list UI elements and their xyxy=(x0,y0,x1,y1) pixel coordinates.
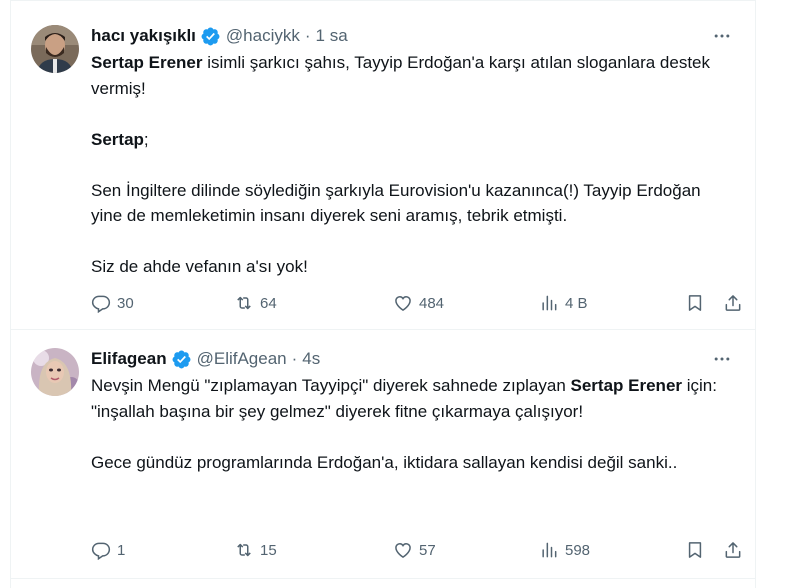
tweet-actions: 30 64 484 4 B xyxy=(91,291,741,315)
views-count: 4 B xyxy=(565,294,588,312)
reply-count: 30 xyxy=(117,294,134,312)
tweet-header: Elifagean @ElifAgean · 4s xyxy=(91,347,740,371)
views-count: 598 xyxy=(565,541,591,559)
author-handle[interactable]: @haciykk xyxy=(226,26,300,46)
like-count: 484 xyxy=(419,294,445,312)
like-count: 57 xyxy=(419,541,436,559)
separator-dot: · xyxy=(291,349,298,368)
tweet-text: Sertap Erener isimli şarkıcı şahıs, Tayy… xyxy=(91,50,734,280)
views-button[interactable]: 4 B xyxy=(539,291,588,315)
tweet-text-part: Gece gündüz programlarında Erdoğan'a, ik… xyxy=(91,452,678,472)
author-handle[interactable]: @ElifAgean xyxy=(197,349,287,369)
verified-badge-icon[interactable] xyxy=(171,349,192,370)
mention-bold: Sertap Erener xyxy=(91,53,203,72)
like-icon xyxy=(395,542,411,558)
reply-button[interactable]: 30 xyxy=(91,291,134,315)
retweet-icon xyxy=(237,543,251,557)
like-button[interactable]: 484 xyxy=(393,291,444,315)
more-icon[interactable] xyxy=(708,347,736,371)
retweet-button[interactable]: 15 xyxy=(234,538,277,562)
bookmark-button[interactable] xyxy=(685,291,705,315)
share-icon xyxy=(725,295,741,311)
tweet-text-part: için: xyxy=(682,376,717,395)
share-button[interactable] xyxy=(723,291,743,315)
more-icon[interactable] xyxy=(708,24,736,48)
tweet-text-part: Siz de ahde vefanın a'sı yok! xyxy=(91,257,308,276)
bookmark-icon xyxy=(688,295,702,311)
retweet-button[interactable]: 64 xyxy=(234,291,277,315)
like-icon xyxy=(395,295,411,311)
author-name[interactable]: hacı yakışıklı xyxy=(91,26,196,46)
retweet-count: 64 xyxy=(260,294,277,312)
tweet-actions: 1 15 57 598 xyxy=(91,538,741,562)
tweet-text: Nevşin Mengü "zıplamayan Tayyipçi" diyer… xyxy=(91,373,734,475)
views-button[interactable]: 598 xyxy=(539,538,590,562)
verified-badge-icon[interactable] xyxy=(200,26,221,47)
tweet-header: hacı yakışıklı @haciykk · 1 sa xyxy=(91,24,740,48)
timestamp[interactable]: 4s xyxy=(302,349,320,369)
reply-count: 1 xyxy=(117,541,126,559)
bookmark-icon xyxy=(688,542,702,558)
mention-bold: Sertap xyxy=(91,129,144,149)
views-icon xyxy=(542,295,557,311)
retweet-count: 15 xyxy=(260,541,277,559)
tweet-text-part: ; xyxy=(143,129,149,149)
timeline: hacı yakışıklı @haciykk · 1 sa Sertap Er… xyxy=(10,0,756,588)
timestamp[interactable]: 1 sa xyxy=(316,26,348,46)
tweet-text-part: Nevşin Mengü "zıplamayan Tayyipçi" diyer… xyxy=(91,376,571,395)
mention-bold: Sertap Erener xyxy=(570,376,683,395)
tweet-text-part: "inşallah başına bir şey gelmez" diyerek… xyxy=(91,401,584,421)
avatar[interactable] xyxy=(31,25,79,73)
avatar[interactable] xyxy=(31,348,79,396)
tweet-text-part: Sen İngiltere dilinde söylediğin şarkıyl… xyxy=(91,180,706,226)
reply-button[interactable]: 1 xyxy=(91,538,125,562)
retweet-icon xyxy=(237,296,251,310)
author-name[interactable]: Elifagean xyxy=(91,349,167,369)
separator-dot: · xyxy=(304,26,311,45)
like-button[interactable]: 57 xyxy=(393,538,436,562)
tweet[interactable]: hacı yakışıklı @haciykk · 1 sa Sertap Er… xyxy=(11,0,756,330)
reply-icon xyxy=(91,295,111,313)
bookmark-button[interactable] xyxy=(685,538,705,562)
tweet[interactable]: Elifagean @ElifAgean · 4s Nevşin Mengü "… xyxy=(11,330,756,579)
share-button[interactable] xyxy=(723,538,743,562)
reply-icon xyxy=(91,542,111,560)
views-icon xyxy=(542,542,557,558)
share-icon xyxy=(725,542,741,558)
